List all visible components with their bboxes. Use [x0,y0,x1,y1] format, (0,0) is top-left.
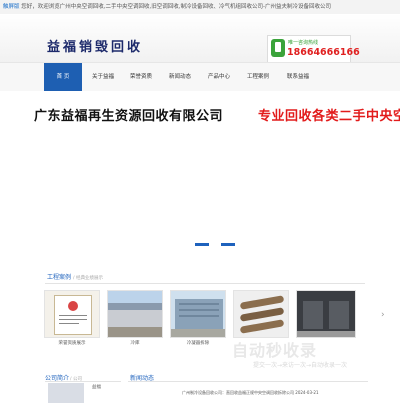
nav-honors[interactable]: 荣誉资质 [124,63,158,91]
slider-dot[interactable] [195,243,209,246]
section-divider [45,381,121,382]
case-image [44,290,100,338]
news-item[interactable]: 广州制冷设备回收公司：直回收益福正规中央空调回收拆除公司 2024-03-21 [182,390,319,396]
case-caption: 冷凝器拆除 [186,341,210,346]
hotline-box: 唯一咨询热线 18664666166 [267,35,360,63]
case-caption: 荣誉资质展示 [58,341,86,346]
watermark-slogan: 提交一次→来访一次→自动收录一次 [253,362,348,369]
nav-contact[interactable]: 联系益福 [281,63,315,91]
hotline-label: 唯一咨询热线 [288,40,319,46]
case-image [170,290,226,338]
watermark-brand: 自动秒收录 [232,341,318,360]
section-divider [45,283,365,284]
case-image [107,290,163,338]
mobile-version-link[interactable]: 触屏版 [3,4,20,10]
nav-about[interactable]: 关于益福 [86,63,120,91]
about-image [48,383,84,403]
case-item[interactable] [296,290,356,340]
nav-home[interactable]: 首 页 [44,63,82,91]
section-divider [128,381,368,382]
phone-icon [271,39,285,57]
about-text: 益福 [92,385,101,390]
case-item[interactable] [233,290,289,340]
case-caption: 冷库 [130,341,140,346]
next-arrow-icon[interactable]: › [381,310,385,320]
case-item[interactable]: 冷凝器拆除 [170,290,226,346]
hotline-number: 18664666166 [287,47,360,58]
case-image [296,290,356,338]
nav-news[interactable]: 新闻动态 [163,63,197,91]
top-bar: 触屏版 您好，欢迎浏览广州中央空调回收,二手中央空调回收,旧空调回收,制冷设备回… [0,0,400,15]
slider-dot[interactable] [221,243,235,246]
cases-section-title[interactable]: 工程案例 / 经典业绩展示 [47,272,103,281]
case-item[interactable]: 冷库 [107,290,163,346]
case-image [233,290,289,338]
site-logo[interactable]: 益福销毁回收 [47,36,143,55]
nav-products[interactable]: 产品中心 [202,63,236,91]
banner-slogan: 专业回收各类二手中央空调 [258,109,400,124]
main-nav: 首 页 关于益福 荣誉资质 新闻动态 产品中心 工程案例 联系益福 [0,62,400,92]
nav-cases[interactable]: 工程案例 [241,63,275,91]
cases-subtitle: / 经典业绩展示 [73,276,103,281]
welcome-message: 您好，欢迎浏览广州中央空调回收,二手中央空调回收,旧空调回收,制冷设备回收、冷气… [21,4,331,10]
banner-company-name: 广东益福再生资源回收有限公司 [34,109,224,124]
case-item[interactable]: 荣誉资质展示 [44,290,100,346]
hero-banner[interactable]: 广东益福再生资源回收有限公司 专业回收各类二手中央空调 [0,91,400,261]
